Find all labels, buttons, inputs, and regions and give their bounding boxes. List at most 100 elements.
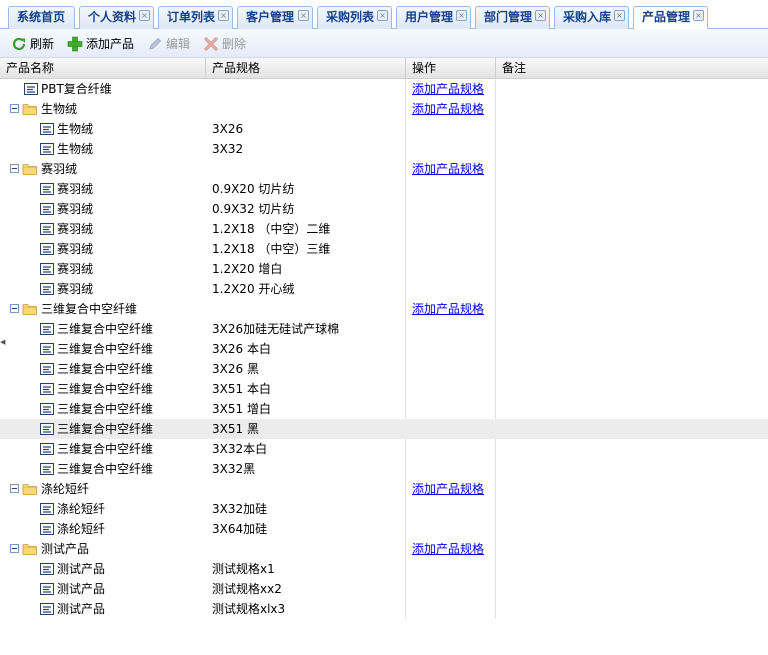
close-icon[interactable]: × [535,10,546,21]
tree-leaf-row[interactable]: 涤纶短纤 3X64加硅 [0,519,768,539]
tab-user-management[interactable]: 用户管理 × [396,6,471,29]
close-icon[interactable]: × [298,10,309,21]
tree-group-row[interactable]: 测试产品 添加产品规格 [0,539,768,559]
close-icon[interactable]: × [377,10,388,21]
close-icon[interactable]: × [139,10,150,21]
tree-group-row[interactable]: 生物绒 添加产品规格 [0,99,768,119]
collapse-handle-icon[interactable]: ◀ [0,333,5,351]
product-name: 涤纶短纤 [41,482,90,496]
product-spec-cell [212,79,402,99]
collapse-toggle-icon[interactable] [10,544,19,553]
tab-purchase-warehousing[interactable]: 采购入库 × [554,6,629,29]
collapse-toggle-icon[interactable] [10,304,19,313]
file-icon [40,402,54,416]
tree-group-row[interactable]: 赛羽绒 添加产品规格 [0,159,768,179]
tree-leaf-row[interactable]: 三维复合中空纤维 3X51 增白 [0,399,768,419]
product-name-cell: PBT复合纤维 [0,79,205,99]
tree-leaf-row[interactable]: 三维复合中空纤维 3X51 黑 [0,419,768,439]
operation-cell [412,319,494,339]
tree-leaf-row[interactable]: 测试产品 测试规格xlx3 [0,599,768,619]
tab-profile[interactable]: 个人资料 × [79,6,154,29]
tab-product-management[interactable]: 产品管理 × [633,6,708,30]
collapse-toggle-icon[interactable] [10,164,19,173]
tree-leaf-row[interactable]: 三维复合中空纤维 3X51 本白 [0,379,768,399]
tab-department-management[interactable]: 部门管理 × [475,6,550,29]
add-product-spec-link[interactable]: 添加产品规格 [412,82,484,96]
close-icon[interactable]: × [218,10,229,21]
close-icon[interactable]: × [693,10,704,21]
collapse-toggle-icon[interactable] [10,484,19,493]
file-icon [40,582,54,596]
file-icon [40,202,54,216]
product-name-cell: 赛羽绒 [0,199,205,219]
column-header-note[interactable]: 备注 [496,58,768,79]
product-name: 涤纶短纤 [57,522,106,536]
delete-label: 删除 [222,37,247,51]
tree-leaf-row[interactable]: 三维复合中空纤维 3X26 本白 [0,339,768,359]
operation-cell [412,519,494,539]
add-product-spec-link[interactable]: 添加产品规格 [412,102,484,116]
column-header-name[interactable]: 产品名称 [0,58,206,79]
operation-cell: 添加产品规格 [412,479,494,499]
tree-leaf-row[interactable]: 测试产品 测试规格xx2 [0,579,768,599]
operation-cell [412,219,494,239]
tree-group-row[interactable]: 三维复合中空纤维 添加产品规格 [0,299,768,319]
tree-leaf-row[interactable]: 三维复合中空纤维 3X32本白 [0,439,768,459]
tree-leaf-row[interactable]: 三维复合中空纤维 3X26 黑 [0,359,768,379]
product-spec-cell: 3X51 本白 [212,382,271,396]
tree-leaf-row[interactable]: 赛羽绒 1.2X18 （中空）二维 [0,219,768,239]
product-name-cell: 赛羽绒 [0,159,205,179]
close-icon[interactable]: × [456,10,467,21]
tab-system-home[interactable]: 系统首页 [8,6,75,29]
file-icon [40,282,54,296]
file-icon [40,562,54,576]
file-icon [40,122,54,136]
tree-leaf-row[interactable]: 赛羽绒 1.2X20 增白 [0,259,768,279]
tree-leaf-row[interactable]: 测试产品 测试规格x1 [0,559,768,579]
product-name-cell: 赛羽绒 [0,259,205,279]
plus-icon [67,36,83,52]
tree-leaf-row[interactable]: 三维复合中空纤维 3X32黑 [0,459,768,479]
add-product-spec-link[interactable]: 添加产品规格 [412,302,484,316]
column-header-spec[interactable]: 产品规格 [206,58,406,79]
tree-group-row[interactable]: 涤纶短纤 添加产品规格 [0,479,768,499]
product-spec-cell: 1.2X18 （中空）三维 [212,242,331,256]
tree-leaf-row[interactable]: 三维复合中空纤维 3X26加硅无硅试产球棉 [0,319,768,339]
refresh-label: 刷新 [30,37,55,51]
product-name-cell: 三维复合中空纤维 [0,339,205,359]
add-product-spec-link[interactable]: 添加产品规格 [412,162,484,176]
tree-leaf-row[interactable]: PBT复合纤维 添加产品规格 [0,79,768,99]
file-icon [40,322,54,336]
column-header-op[interactable]: 操作 [406,58,496,79]
product-spec-cell: 3X32本白 [212,442,268,456]
tree-leaf-row[interactable]: 涤纶短纤 3X32加硅 [0,499,768,519]
tab-label: 产品管理 [642,10,691,24]
tree-leaf-row[interactable]: 生物绒 3X26 [0,119,768,139]
refresh-button[interactable]: 刷新 [11,34,61,54]
close-icon[interactable]: × [614,10,625,21]
tab-purchase-list[interactable]: 采购列表 × [317,6,392,29]
product-name-cell: 三维复合中空纤维 [0,299,205,319]
tab-customer-management[interactable]: 客户管理 × [237,6,313,29]
tree-leaf-row[interactable]: 赛羽绒 1.2X18 （中空）三维 [0,239,768,259]
tree-leaf-row[interactable]: 生物绒 3X32 [0,139,768,159]
product-name-cell: 三维复合中空纤维 [0,319,205,339]
product-spec-cell [212,159,402,179]
add-product-spec-link[interactable]: 添加产品规格 [412,482,484,496]
add-product-button[interactable]: 添加产品 [67,34,139,54]
product-name: 三维复合中空纤维 [57,342,154,356]
product-name: 测试产品 [41,542,90,556]
product-spec-cell: 1.2X18 （中空）二维 [212,222,331,236]
tab-label: 采购入库 [563,10,612,24]
tab-bar: 系统首页 个人资料 × 订单列表 × 客户管理 × 采购列表 × 用户管理 × … [0,0,768,30]
edit-button[interactable]: 编辑 [147,34,193,54]
tab-order-list[interactable]: 订单列表 × [158,6,233,29]
add-product-spec-link[interactable]: 添加产品规格 [412,542,484,556]
tree-leaf-row[interactable]: 赛羽绒 0.9X20 切片纺 [0,179,768,199]
operation-cell [412,179,494,199]
tree-leaf-row[interactable]: 赛羽绒 0.9X32 切片纺 [0,199,768,219]
collapse-toggle-icon[interactable] [10,104,19,113]
operation-cell: 添加产品规格 [412,79,494,99]
delete-button[interactable]: 删除 [203,34,249,54]
tree-leaf-row[interactable]: 赛羽绒 1.2X20 开心绒 [0,279,768,299]
